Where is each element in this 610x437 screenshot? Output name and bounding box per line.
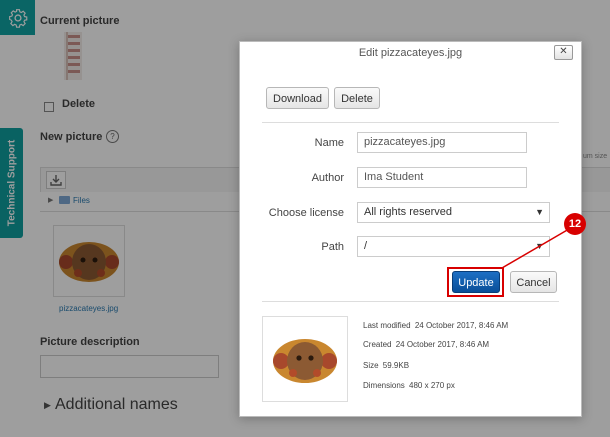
callout-badge: 12 xyxy=(564,213,586,235)
callout-pointer xyxy=(501,228,570,269)
